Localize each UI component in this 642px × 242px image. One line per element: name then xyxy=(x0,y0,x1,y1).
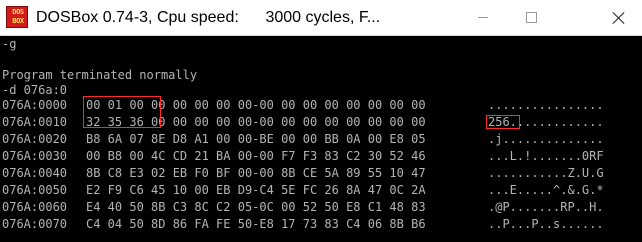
dump-address: 076A:0010 xyxy=(2,115,68,129)
maximize-button[interactable] xyxy=(508,0,554,35)
dosbox-app-icon[interactable]: DOS BOX xyxy=(6,6,28,28)
command-line-dump: -d 076a:0 xyxy=(2,83,68,97)
dump-hex-bytes: B8 6A 07 8E D8 A1 00 00-BE 00 00 BB 0A 0… xyxy=(86,132,426,146)
dump-hex-bytes: E2 F9 C6 45 10 00 EB D9-C4 5E FC 26 8A 4… xyxy=(86,183,426,197)
dos-console[interactable]: -g Program terminated normally -d 076a:0… xyxy=(0,36,642,242)
hex-bytes-highlight-box xyxy=(83,96,161,128)
program-terminated-message: Program terminated normally xyxy=(2,68,198,82)
dump-address: 076A:0040 xyxy=(2,166,68,180)
dump-address: 076A:0030 xyxy=(2,149,68,163)
window-title: DOSBox 0.74-3, Cpu speed: 3000 cycles, F… xyxy=(36,9,381,26)
dump-ascii: ................ xyxy=(488,98,604,112)
minimize-icon xyxy=(478,17,488,18)
dump-ascii: ...E.....^.&.G.* xyxy=(488,183,604,197)
title-bar[interactable]: DOS BOX DOSBox 0.74-3, Cpu speed: 3000 c… xyxy=(0,0,642,36)
ascii-highlight-box xyxy=(486,115,520,129)
dump-address: 076A:0070 xyxy=(2,217,68,231)
close-icon xyxy=(613,12,625,24)
dump-address: 076A:0050 xyxy=(2,183,68,197)
command-line-go: -g xyxy=(2,37,17,51)
dump-ascii: ..P...P..s...... xyxy=(488,217,604,231)
close-button[interactable] xyxy=(596,0,642,35)
dump-hex-bytes: E4 40 50 8B C3 8C C2 05-0C 00 52 50 E8 C… xyxy=(86,200,426,214)
app-icon-text-bottom: BOX xyxy=(12,17,24,25)
dump-address: 076A:0020 xyxy=(2,132,68,146)
dump-ascii: .j.............. xyxy=(488,132,604,146)
dump-address: 076A:0060 xyxy=(2,200,68,214)
minimize-button[interactable] xyxy=(460,0,506,35)
dump-ascii: ...........Z.U.G xyxy=(488,166,604,180)
dump-hex-bytes: 00 B8 00 4C CD 21 BA 00-00 F7 F3 83 C2 3… xyxy=(86,149,426,163)
dump-hex-bytes: 8B C8 E3 02 EB F0 BF 00-00 8B CE 5A 89 5… xyxy=(86,166,426,180)
dump-hex-bytes: C4 04 50 8D 86 FA FE 50-E8 17 73 83 C4 0… xyxy=(86,217,426,231)
maximize-icon xyxy=(526,12,537,23)
dump-ascii: .@P.......RP..H. xyxy=(488,200,604,214)
dump-address: 076A:0000 xyxy=(2,98,68,112)
dump-ascii: ...L.!.......0RF xyxy=(488,149,604,163)
app-icon-text-top: DOS xyxy=(12,8,24,16)
